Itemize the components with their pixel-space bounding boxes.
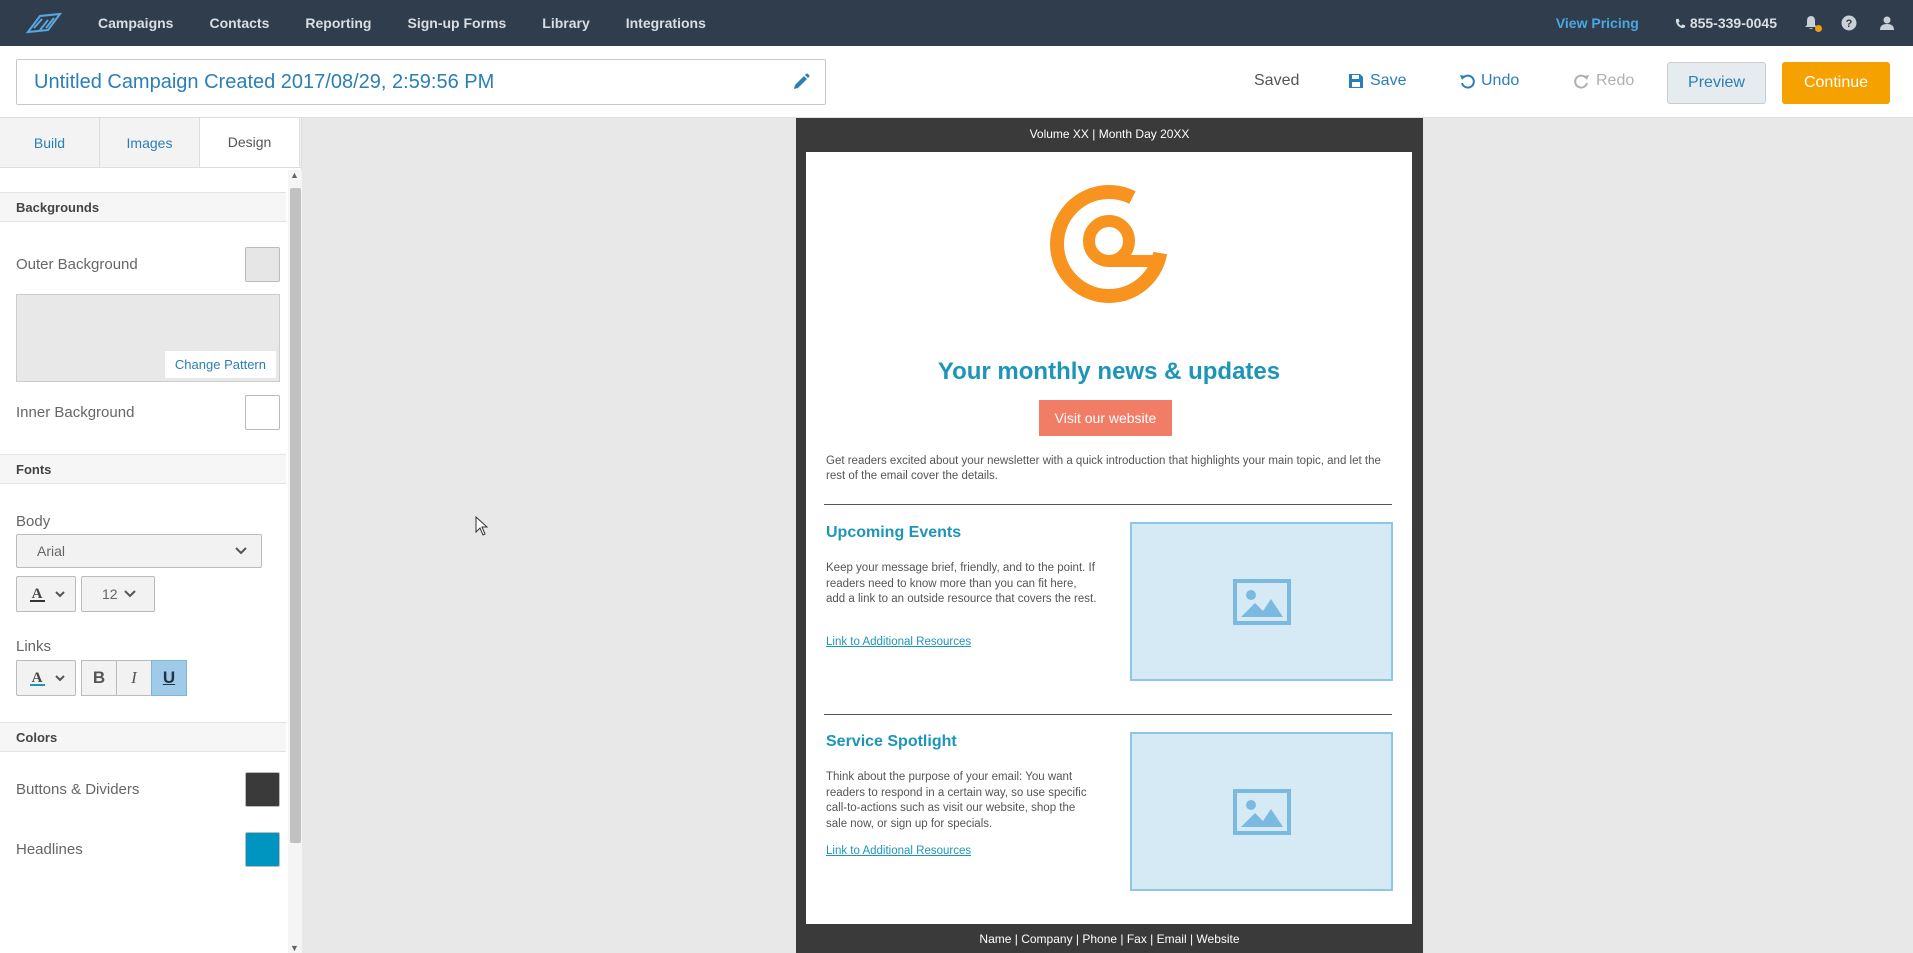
nav-campaigns[interactable]: Campaigns [98,15,173,31]
inner-background-swatch[interactable] [245,395,280,430]
design-sidebar: Build Images Design Backgrounds Outer Ba… [0,118,302,953]
body-font-color-button[interactable]: A [16,576,76,612]
main-nav: Campaigns Contacts Reporting Sign-up For… [98,15,742,31]
image-placeholder-icon [1232,578,1291,625]
user-account-icon[interactable] [1879,15,1895,31]
chevron-down-icon [235,547,247,555]
link-color-button[interactable]: A [16,660,76,696]
phone-number: 855-339-0045 [1689,15,1777,31]
backgrounds-heading: Backgrounds [0,192,286,222]
chevron-down-icon [123,590,136,598]
campaign-header: Untitled Campaign Created 2017/08/29, 2:… [0,46,1913,118]
inner-background-label: Inner Background [16,404,135,421]
svg-text:A: A [32,670,43,686]
email-canvas: Volume XX | Month Day 20XX Your monthly … [796,118,1423,953]
font-color-icon: A [30,670,65,686]
email-body: Your monthly news & updates Visit our we… [806,152,1412,924]
support-phone[interactable]: 855-339-0045 [1675,15,1777,31]
divider[interactable] [824,714,1392,715]
pencil-edit-icon[interactable] [791,72,811,98]
svg-text:?: ? [1846,18,1853,30]
scroll-down-icon[interactable]: ▼ [290,943,299,953]
email-intro-text[interactable]: Get readers excited about your newslette… [826,454,1396,484]
sidebar-content: Backgrounds Outer Background Change Patt… [0,168,286,953]
tab-build[interactable]: Build [0,118,100,167]
redo-label: Redo [1596,72,1635,89]
redo-icon [1574,74,1589,89]
campaign-title: Untitled Campaign Created 2017/08/29, 2:… [34,70,495,93]
mouse-cursor-icon [475,516,489,536]
section-link-spotlight[interactable]: Link to Additional Resources [826,845,971,857]
pattern-preview: Change Pattern [16,294,280,382]
tab-images[interactable]: Images [100,118,200,167]
phone-icon [1675,18,1685,28]
email-footer[interactable]: Name | Company | Phone | Fax | Email | W… [796,924,1423,953]
body-font-value: Arial [37,543,66,559]
outer-background-swatch[interactable] [245,247,280,282]
underline-button[interactable]: U [151,660,187,696]
links-label: Links [16,638,52,655]
view-pricing-link[interactable]: View Pricing [1556,15,1639,31]
visit-website-button[interactable]: Visit our website [1039,400,1172,436]
campaign-title-field[interactable]: Untitled Campaign Created 2017/08/29, 2:… [16,59,826,105]
colors-heading: Colors [0,722,286,752]
preview-button[interactable]: Preview [1667,62,1766,104]
section-link-events[interactable]: Link to Additional Resources [826,636,971,648]
body-font-size-select[interactable]: 12 [81,576,155,612]
tab-design[interactable]: Design [200,118,300,167]
image-placeholder[interactable] [1130,522,1393,681]
nav-integrations[interactable]: Integrations [626,15,706,31]
image-placeholder[interactable] [1130,732,1393,891]
redo-button[interactable]: Redo [1574,72,1634,90]
email-volume-line[interactable]: Volume XX | Month Day 20XX [796,118,1423,150]
body-font-label: Body [16,513,51,530]
nav-right: View Pricing 855-339-0045 ? [1556,15,1913,32]
bold-button[interactable]: B [81,660,117,696]
nav-library[interactable]: Library [542,15,589,31]
save-label: Save [1370,72,1407,89]
headlines-swatch[interactable] [245,832,280,867]
save-button[interactable]: Save [1348,72,1406,90]
outer-background-label: Outer Background [16,256,138,273]
section-text-spotlight[interactable]: Think about the purpose of your email: Y… [826,770,1098,832]
buttons-dividers-label: Buttons & Dividers [16,781,140,798]
continue-button[interactable]: Continue [1782,62,1890,104]
notification-dot [1815,25,1822,32]
body-font-select[interactable]: Arial [16,534,262,568]
buttons-dividers-swatch[interactable] [245,772,280,807]
svg-text:A: A [32,586,43,602]
nav-contacts[interactable]: Contacts [209,15,269,31]
font-color-icon: A [30,586,65,602]
fonts-heading: Fonts [0,454,286,484]
section-heading-events[interactable]: Upcoming Events [826,524,961,542]
undo-button[interactable]: Undo [1459,72,1519,90]
nav-reporting[interactable]: Reporting [305,15,371,31]
section-heading-spotlight[interactable]: Service Spotlight [826,733,957,751]
email-headline[interactable]: Your monthly news & updates [806,358,1412,386]
sidebar-tabs: Build Images Design [0,118,301,168]
divider[interactable] [824,504,1392,505]
notifications-bell-icon[interactable] [1803,15,1822,32]
save-status: Saved [1254,72,1300,89]
scroll-thumb[interactable] [290,188,301,843]
italic-button[interactable]: I [116,660,152,696]
top-nav: Campaigns Contacts Reporting Sign-up For… [0,0,1913,46]
undo-label: Undo [1481,72,1520,89]
body-font-size-value: 12 [102,586,118,602]
help-icon[interactable]: ? [1841,15,1857,31]
undo-icon [1460,74,1475,89]
floppy-disk-icon [1349,74,1363,88]
sidebar-scrollbar[interactable]: ▲ ▼ [288,170,302,953]
headlines-label: Headlines [16,841,83,858]
section-text-events[interactable]: Keep your message brief, friendly, and t… [826,561,1098,608]
scroll-up-icon[interactable]: ▲ [290,170,299,180]
change-pattern-button[interactable]: Change Pattern [164,351,276,378]
image-placeholder-icon [1232,788,1291,835]
nav-signup-forms[interactable]: Sign-up Forms [407,15,506,31]
brand-logo-icon[interactable] [14,0,74,46]
company-logo-icon[interactable] [1049,184,1169,309]
